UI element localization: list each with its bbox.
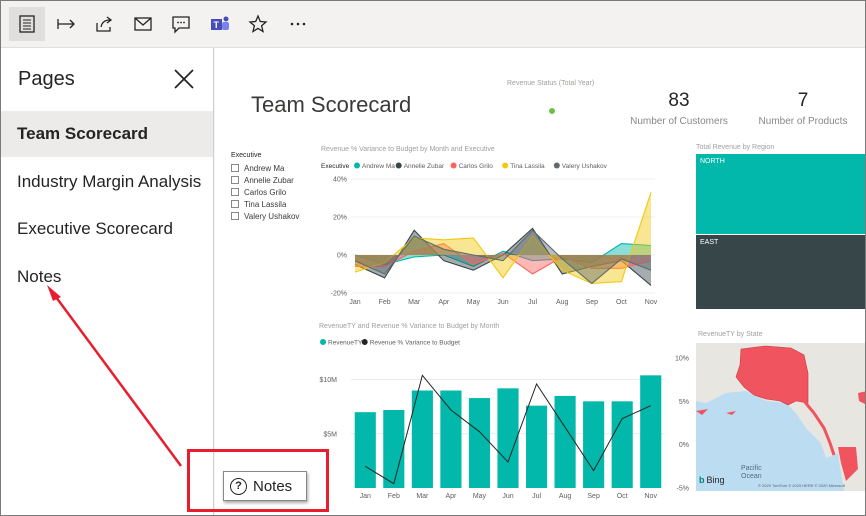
app-frame: T Pages Team Scorecard Industry Margin A… — [0, 0, 866, 516]
question-icon: ? — [230, 477, 247, 495]
annotation-arrow — [47, 285, 183, 467]
notes-button-label: Notes — [253, 477, 293, 495]
notes-button[interactable]: ? Notes — [223, 471, 307, 501]
